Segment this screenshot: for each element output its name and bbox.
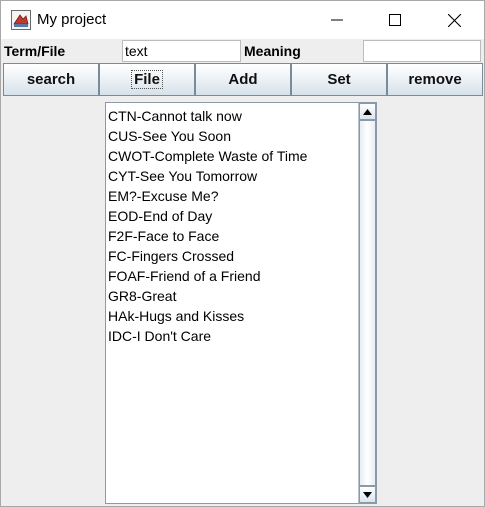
set-button[interactable]: Set bbox=[291, 63, 387, 96]
list-item[interactable]: EOD-End of Day bbox=[106, 206, 358, 226]
scroll-down-button[interactable] bbox=[359, 486, 376, 503]
scrollbar-thumb[interactable] bbox=[359, 120, 376, 486]
search-button[interactable]: search bbox=[3, 63, 99, 96]
list-item[interactable]: CUS-See You Soon bbox=[106, 126, 358, 146]
list-item[interactable]: CWOT-Complete Waste of Time bbox=[106, 146, 358, 166]
scroll-down-arrow-icon bbox=[363, 491, 372, 498]
file-button[interactable]: File bbox=[99, 63, 195, 96]
minimize-button[interactable] bbox=[308, 1, 366, 39]
terms-list-box[interactable]: CTN-Cannot talk now CUS-See You Soon CWO… bbox=[105, 102, 377, 504]
java-cup-icon bbox=[11, 10, 31, 30]
maximize-button[interactable] bbox=[366, 1, 424, 39]
list-item[interactable]: CYT-See You Tomorrow bbox=[106, 166, 358, 186]
meaning-input[interactable] bbox=[363, 40, 481, 62]
toolbar: search File Add Set remove bbox=[1, 63, 484, 96]
minimize-icon bbox=[331, 19, 343, 21]
terms-list[interactable]: CTN-Cannot talk now CUS-See You Soon CWO… bbox=[106, 103, 358, 503]
list-item[interactable]: FOAF-Friend of a Friend bbox=[106, 266, 358, 286]
search-button-label: search bbox=[26, 71, 76, 88]
list-item[interactable]: HAk-Hugs and Kisses bbox=[106, 306, 358, 326]
list-item[interactable]: IDC-I Don't Care bbox=[106, 326, 358, 346]
window-title: My project bbox=[37, 11, 107, 28]
form-row: Term/File text Meaning bbox=[1, 39, 484, 63]
close-button[interactable] bbox=[425, 1, 483, 39]
term-label: Term/File bbox=[1, 39, 122, 63]
meaning-label: Meaning bbox=[241, 39, 363, 63]
close-icon bbox=[447, 13, 461, 27]
scroll-up-button[interactable] bbox=[359, 103, 376, 120]
title-bar[interactable]: My project bbox=[1, 1, 484, 39]
list-item[interactable]: F2F-Face to Face bbox=[106, 226, 358, 246]
set-button-label: Set bbox=[327, 71, 351, 88]
list-item[interactable]: GR8-Great bbox=[106, 286, 358, 306]
maximize-icon bbox=[389, 14, 401, 26]
remove-button[interactable]: remove bbox=[387, 63, 483, 96]
list-item[interactable]: EM?-Excuse Me? bbox=[106, 186, 358, 206]
list-item[interactable]: CTN-Cannot talk now bbox=[106, 106, 358, 126]
term-input[interactable]: text bbox=[122, 40, 241, 62]
add-button-label: Add bbox=[228, 71, 258, 88]
add-button[interactable]: Add bbox=[195, 63, 291, 96]
vertical-scrollbar[interactable] bbox=[358, 103, 376, 503]
remove-button-label: remove bbox=[408, 71, 462, 88]
list-item[interactable]: FC-Fingers Crossed bbox=[106, 246, 358, 266]
scroll-up-arrow-icon bbox=[363, 108, 372, 115]
file-button-label: File bbox=[131, 70, 163, 89]
app-window: My project Term/File text Meaning search… bbox=[0, 0, 485, 507]
